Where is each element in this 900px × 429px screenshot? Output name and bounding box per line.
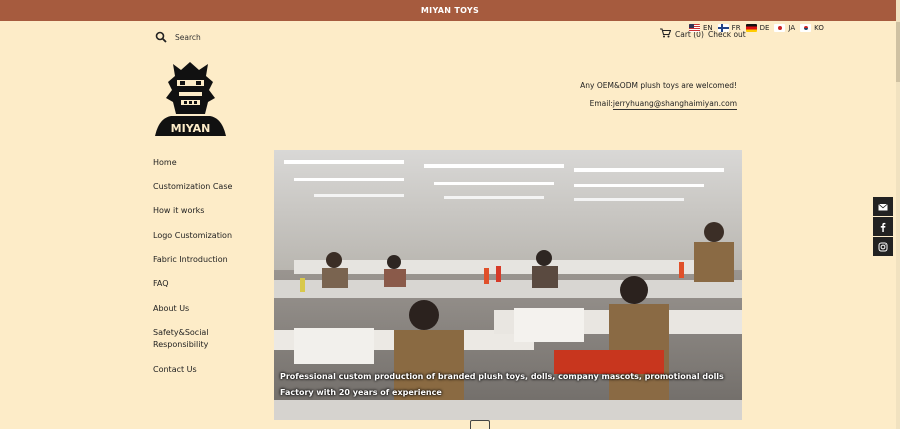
lang-label: JA [788,24,796,32]
lang-ko[interactable]: KO [800,24,824,32]
nav-item-about-us[interactable]: About Us [153,303,263,327]
email-link[interactable]: jerryhuang@shanghaimiyan.com [612,99,737,110]
sidebar-nav: Home Customization Case How it works Log… [153,157,263,376]
lang-label: EN [703,24,713,32]
jp-flag-icon [774,24,786,32]
logo-text: MIYAN [171,122,211,135]
flag-icon [717,24,729,32]
language-selector: EN FR DE JA KO [689,24,824,32]
us-flag-icon [689,24,700,32]
lang-fr[interactable]: FR [717,24,741,32]
lang-label: KO [814,24,824,32]
slideshow-pager[interactable] [470,420,490,429]
instagram-icon[interactable] [873,237,893,256]
nav-item-contact-us[interactable]: Contact Us [153,364,263,376]
email-label: Email: [589,99,613,108]
nav-item-logo-customization[interactable]: Logo Customization [153,230,263,254]
kr-flag-icon [800,24,812,32]
hero-caption-line2: Factory with 20 years of experience [280,388,442,397]
nav-item-fabric-introduction[interactable]: Fabric Introduction [153,254,263,278]
welcome-text: Any OEM&ODM plush toys are welcomed! [580,81,737,90]
lang-label: FR [731,24,741,32]
email-icon[interactable] [873,197,893,216]
nav-item-faq[interactable]: FAQ [153,278,263,303]
cart-icon[interactable] [660,28,672,40]
lang-label: DE [759,24,770,32]
brand-logo[interactable]: MIYAN [153,60,228,138]
hero-slideshow[interactable]: Professional custom production of brande… [274,150,742,420]
hero-caption-line1: Professional custom production of brande… [280,372,724,381]
page-scrollbar[interactable] [896,0,900,429]
de-flag-icon [745,24,757,32]
lang-en[interactable]: EN [689,24,713,32]
nav-item-safety-social[interactable]: Safety&Social Responsibility [153,327,263,364]
search-bar[interactable]: Search [155,28,201,47]
nav-item-home[interactable]: Home [153,157,263,181]
nav-item-customization-case[interactable]: Customization Case [153,181,263,205]
facebook-icon[interactable] [873,217,893,236]
scrollbar-thumb[interactable] [896,22,900,82]
lang-de[interactable]: DE [745,24,770,32]
social-links [873,197,893,257]
store-title: MIYAN TOYS [420,6,480,15]
nav-item-how-it-works[interactable]: How it works [153,205,263,230]
search-icon[interactable] [155,28,167,47]
search-input[interactable]: Search [175,33,201,42]
contact-email: Email:jerryhuang@shanghaimiyan.com [589,99,737,110]
announcement-bar: MIYAN TOYS [0,0,900,21]
lang-ja[interactable]: JA [774,24,795,32]
